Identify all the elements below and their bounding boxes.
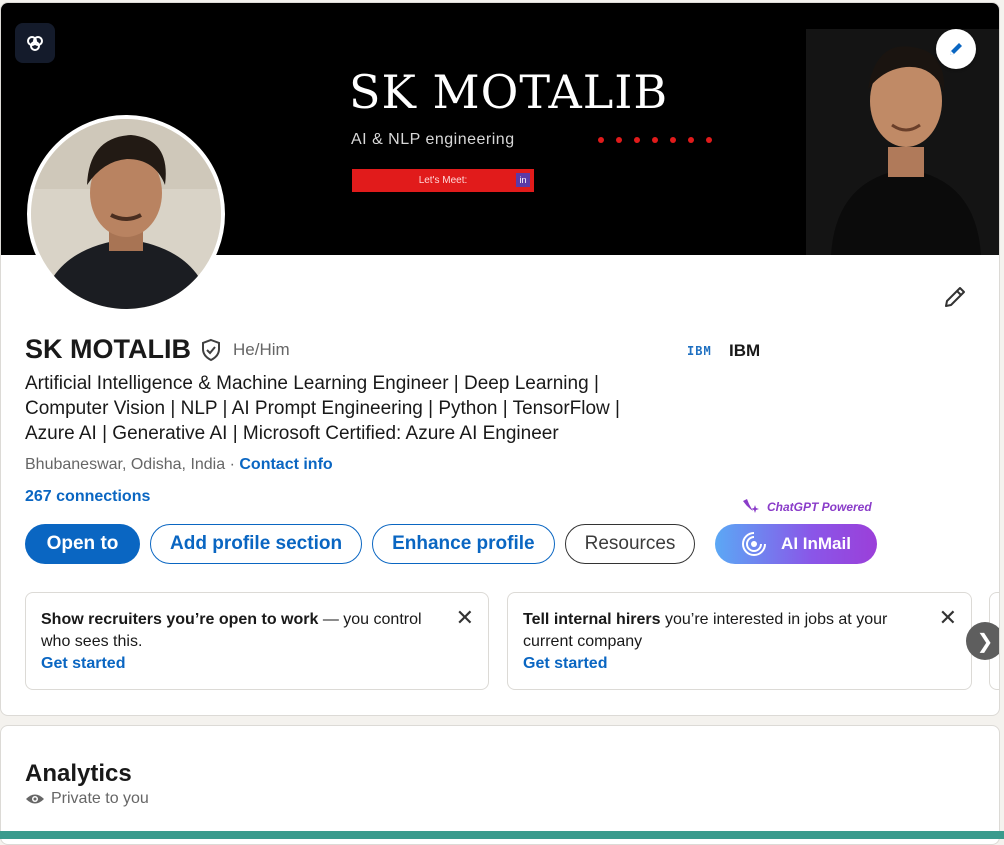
visibility-label: Private to you <box>51 790 149 807</box>
analytics-card: Analytics Private to you <box>0 725 1000 845</box>
close-icon[interactable]: ✕ <box>456 607 474 629</box>
verified-shield-icon[interactable] <box>199 338 223 362</box>
ai-inmail-button[interactable]: AI InMail <box>715 524 877 564</box>
open-to-work-promo: Show recruiters you’re open to work — yo… <box>25 592 489 690</box>
profile-actions: Open to Add profile section Enhance prof… <box>25 524 696 564</box>
banner-cta-bar: Let's Meet: in <box>352 169 534 192</box>
sparkle-icon <box>743 499 759 513</box>
enhance-profile-button[interactable]: Enhance profile <box>372 524 555 564</box>
promo-text: Tell internal hirers you’re interested i… <box>523 609 923 653</box>
linkedin-mini-icon: in <box>516 173 530 187</box>
analytics-visibility: Private to you <box>25 790 149 808</box>
eye-icon <box>26 794 44 804</box>
close-icon[interactable]: ✕ <box>939 607 957 629</box>
location-separator: · <box>225 456 240 473</box>
get-started-link[interactable]: Get started <box>41 653 473 675</box>
open-to-button[interactable]: Open to <box>25 524 140 564</box>
ibm-logo: IBM <box>687 344 712 358</box>
profile-name: SK MOTALIB <box>25 334 191 364</box>
add-profile-section-button[interactable]: Add profile section <box>150 524 363 564</box>
name-row: SK MOTALIB He/Him <box>25 334 290 365</box>
current-company[interactable]: IBM IBM <box>687 341 760 361</box>
chatgpt-powered-tag: ChatGPT Powered <box>741 497 872 517</box>
banner-portrait <box>806 29 999 255</box>
profile-pronouns: He/Him <box>232 339 290 359</box>
bottom-bar <box>0 831 1004 839</box>
promo-bold: Tell internal hirers <box>523 611 661 628</box>
edit-intro-button[interactable] <box>937 279 973 315</box>
analytics-title: Analytics <box>25 760 132 787</box>
contact-info-link[interactable]: Contact info <box>239 456 332 473</box>
promo-text: Show recruiters you’re open to work — yo… <box>41 609 441 653</box>
banner-title: SK MOTALIB <box>349 65 669 119</box>
profile-location: Bhubaneswar, Odisha, India <box>25 456 226 473</box>
brain-icon[interactable] <box>15 23 55 63</box>
profile-location-row: Bhubaneswar, Odisha, India · Contact inf… <box>25 456 333 474</box>
chevron-right-icon[interactable]: ❯ <box>966 622 999 660</box>
edit-banner-button[interactable] <box>936 29 976 69</box>
connections-link[interactable]: 267 connections <box>25 488 150 506</box>
profile-headline: Artificial Intelligence & Machine Learni… <box>25 373 620 444</box>
pencil-icon <box>950 43 962 55</box>
internal-hirers-promo: Tell internal hirers you’re interested i… <box>507 592 972 690</box>
profile-avatar[interactable] <box>27 115 225 313</box>
company-name[interactable]: IBM <box>729 341 760 361</box>
promo-bold: Show recruiters you’re open to work <box>41 611 319 628</box>
ai-inmail-label: AI InMail <box>781 534 851 553</box>
profile-card: SK MOTALIB AI & NLP engineering Let's Me… <box>0 2 1000 716</box>
chatgpt-powered-label: ChatGPT Powered <box>767 500 872 514</box>
resources-button[interactable]: Resources <box>564 524 696 564</box>
get-started-link[interactable]: Get started <box>523 653 956 675</box>
pencil-icon <box>945 287 965 307</box>
banner-cta-label: Let's Meet: <box>418 175 468 186</box>
banner-dots <box>598 137 712 143</box>
signal-icon <box>742 532 767 556</box>
banner-subtitle: AI & NLP engineering <box>351 131 515 148</box>
